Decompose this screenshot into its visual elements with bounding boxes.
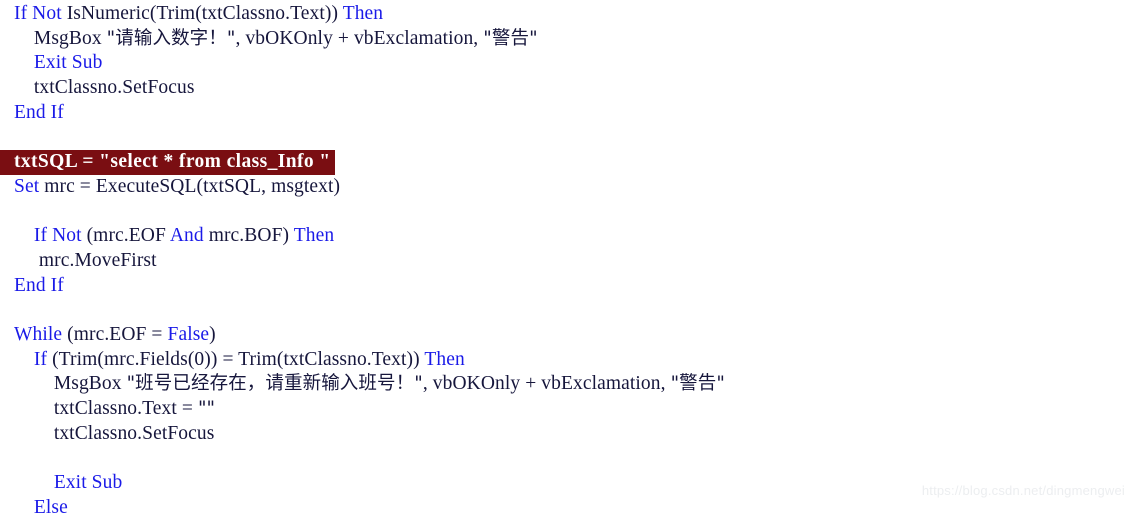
code-token: "班号已经存在，请重新输入班号！" [127,373,423,394]
code-keyword: Exit Sub [54,472,123,493]
code-line: MsgBox "班号已经存在，请重新输入班号！", vbOKOnly + vbE… [0,372,1136,397]
code-keyword: Then [343,3,383,24]
code-indent [14,28,34,49]
code-keyword: End If [14,102,64,123]
code-line: MsgBox "请输入数字！", vbOKOnly + vbExclamatio… [0,27,1136,52]
code-token: mrc.BOF) [209,225,294,246]
code-line: mrc.MoveFirst [0,249,1136,274]
code-indent [14,398,54,419]
code-token: txtClassno.SetFocus [34,77,195,98]
code-line: If Not IsNumeric(Trim(txtClassno.Text)) … [0,2,1136,27]
code-indent [14,497,34,518]
code-keyword: Exit Sub [34,52,103,73]
code-blank-line [0,446,1136,471]
code-line: txtClassno.SetFocus [0,422,1136,447]
code-token: (mrc.EOF = [67,324,167,345]
code-token: txtClassno.Text = [54,398,198,419]
code-line: If Not (mrc.EOF And mrc.BOF) Then [0,224,1136,249]
code-blank-line [0,200,1136,225]
code-keyword: If Not [14,3,67,24]
code-indent [14,349,34,370]
code-keyword: Then [294,225,334,246]
code-line: txtClassno.SetFocus [0,76,1136,101]
code-token: IsNumeric(Trim(txtClassno.Text)) [67,3,343,24]
code-snippet: If Not IsNumeric(Trim(txtClassno.Text)) … [0,2,1136,506]
code-blank-line [0,125,1136,150]
watermark: https://blog.csdn.net/dingmengwei [922,483,1125,498]
code-token: (mrc.EOF [87,225,170,246]
code-keyword: False [168,324,210,345]
code-token: "请输入数字！" [107,28,236,49]
highlighted-code-line: txtSQL = "select * from class_Info " [0,150,335,175]
code-token: mrc.MoveFirst [34,250,157,271]
code-token: MsgBox [54,373,127,394]
code-blank-line [0,298,1136,323]
code-line: Set mrc = ExecuteSQL(txtSQL, msgtext) [0,175,1136,200]
code-token: , vbOKOnly + vbExclamation, [236,28,484,49]
code-indent [14,250,34,271]
code-token: "" [198,398,215,419]
code-token: MsgBox [34,28,107,49]
code-line: Else [0,496,1136,520]
code-token: , vbOKOnly + vbExclamation, [423,373,671,394]
code-indent [14,77,34,98]
code-token: txtClassno.SetFocus [54,423,215,444]
code-line: While (mrc.EOF = False) [0,323,1136,348]
code-keyword: While [14,324,67,345]
code-token: txtSQL = "select * from class_Info " [14,151,331,172]
code-line: End If [0,101,1136,126]
code-token: ) [209,324,216,345]
code-line: End If [0,274,1136,299]
code-token: (Trim(mrc.Fields(0)) = Trim(txtClassno.T… [52,349,424,370]
code-keyword: Else [34,497,68,518]
code-keyword: End If [14,275,64,296]
code-keyword: Set [14,176,44,197]
code-line: If (Trim(mrc.Fields(0)) = Trim(txtClassn… [0,348,1136,373]
code-keyword: And [170,225,209,246]
code-indent [14,373,54,394]
code-token: "警告" [671,373,725,394]
code-indent [14,225,34,246]
code-line: Exit Sub [0,51,1136,76]
code-line: txtClassno.Text = "" [0,397,1136,422]
code-line: txtSQL = "select * from class_Info " [0,150,1136,175]
code-keyword: If [34,349,52,370]
code-indent [14,52,34,73]
code-token: "警告" [483,28,537,49]
code-keyword: Then [424,349,464,370]
code-keyword: If Not [34,225,87,246]
code-indent [14,472,54,493]
code-indent [14,423,54,444]
code-token: mrc = ExecuteSQL(txtSQL, msgtext) [44,176,340,197]
